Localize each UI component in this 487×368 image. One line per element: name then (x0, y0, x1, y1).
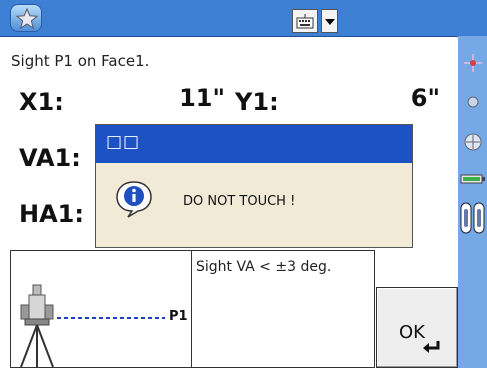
va1-label: VA1: (19, 144, 81, 172)
side-panel (458, 36, 487, 368)
keyboard-dropdown-button[interactable] (321, 9, 338, 33)
dot-icon[interactable] (467, 96, 479, 108)
taskbar (0, 0, 487, 37)
star-icon (16, 8, 38, 30)
keyboard-button[interactable] (292, 9, 318, 33)
point-label: P1 (169, 309, 188, 324)
battery-icon (460, 174, 485, 184)
target-icon[interactable] (463, 132, 483, 152)
dialog-title: □□ (106, 132, 141, 152)
message-dialog: □□ DO NOT TOUCH ! (95, 124, 413, 248)
instruction-text: Sight P1 on Face1. (11, 52, 150, 70)
ha1-label: HA1: (19, 200, 84, 228)
y1-label: Y1: (235, 88, 279, 116)
crosshair-icon[interactable] (464, 54, 482, 72)
prism-icon[interactable] (459, 201, 487, 235)
ok-button[interactable]: OK (376, 287, 458, 368)
keyboard-icon (296, 14, 314, 29)
x1-label: X1: (19, 88, 64, 116)
enter-arrow-icon (423, 341, 440, 353)
sight-line (57, 317, 165, 319)
total-station-icon (20, 284, 54, 367)
dialog-title-bar: □□ (96, 125, 412, 163)
info-icon (116, 181, 152, 218)
x1-value: 11" (179, 84, 225, 112)
sight-note: Sight VA < ±3 deg. (196, 259, 332, 275)
y1-value: 6" (410, 84, 440, 112)
sighting-illustration: P1 (10, 250, 192, 368)
note-box: Sight VA < ±3 deg. (191, 250, 375, 368)
start-button[interactable] (10, 4, 42, 32)
dialog-message: DO NOT TOUCH ! (183, 194, 296, 209)
